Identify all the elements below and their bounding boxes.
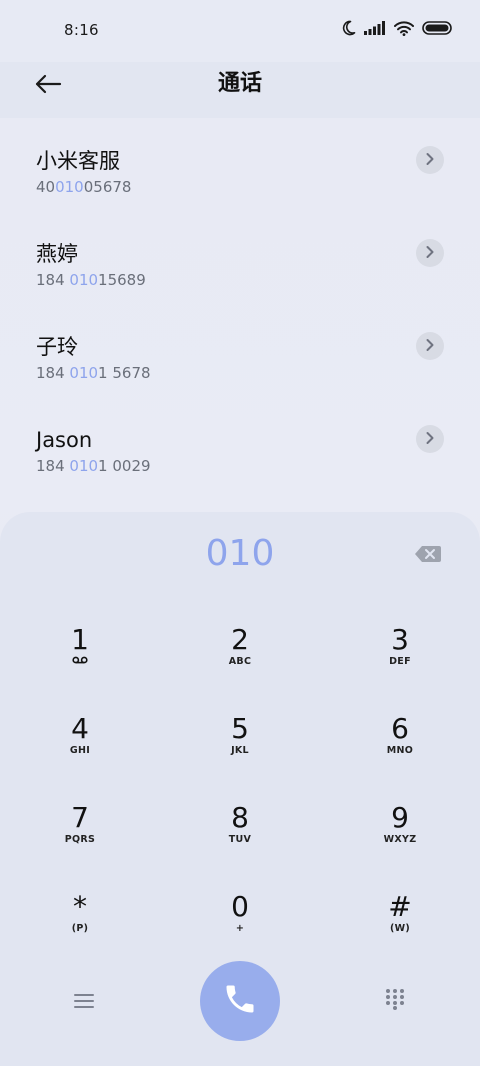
key-digit: 9 [391, 801, 409, 834]
key-digit: 7 [71, 801, 89, 834]
voicemail-icon [20, 656, 140, 668]
contact-details-button[interactable] [416, 239, 444, 267]
keypad-icon [385, 988, 405, 1014]
contact-number: 184 0101 0029 [36, 457, 151, 475]
key-letters: PQRS [64, 834, 96, 845]
backspace-icon [414, 546, 442, 568]
matched-digits: 010 [55, 178, 84, 196]
contact-row[interactable]: 子玲 184 0101 5678 [0, 304, 480, 397]
status-time: 8:16 [64, 21, 99, 39]
top-app-bar: 通话 [0, 62, 480, 118]
key-7[interactable]: 7 PQRS [20, 802, 140, 882]
contact-row[interactable]: 燕婷 184 01015689 [0, 211, 480, 304]
page-title: 通话 [217, 71, 262, 96]
matched-digits: 010 [69, 457, 99, 475]
key-letters: + [235, 923, 245, 934]
battery-icon [422, 21, 452, 35]
key-digit: # [388, 890, 412, 923]
key-4[interactable]: 4 GHI [20, 713, 140, 793]
key-digit: 0 [231, 890, 249, 923]
key-0[interactable]: 0 + [180, 891, 300, 971]
chevron-right-icon [425, 430, 435, 449]
contact-details-button[interactable] [416, 332, 444, 360]
key-star[interactable]: * (P) [20, 891, 140, 971]
key-digit: 4 [71, 712, 89, 745]
key-digit: 5 [231, 712, 249, 745]
matched-digits: 010 [69, 271, 99, 289]
contact-number: 4001005678 [36, 178, 132, 196]
key-letters: DEF [389, 656, 411, 667]
key-6[interactable]: 6 MNO [340, 713, 460, 793]
contact-details-button[interactable] [416, 425, 444, 453]
contact-name: 小米客服 [36, 149, 120, 173]
contact-suggestion-list: 小米客服 4001005678 燕婷 184 01015689 子玲 184 0… [0, 118, 480, 490]
contact-number: 184 0101 5678 [36, 364, 151, 382]
key-letters: MNO [386, 745, 414, 756]
key-digit: 8 [231, 801, 249, 834]
key-digit: 2 [231, 623, 249, 656]
key-9[interactable]: 9 WXYZ [340, 802, 460, 882]
contact-number: 184 01015689 [36, 271, 146, 289]
phone-icon [222, 981, 258, 1021]
wifi-icon [394, 20, 414, 36]
key-5[interactable]: 5 JKL [180, 713, 300, 793]
key-digit: 1 [71, 623, 89, 656]
key-letters: WXYZ [383, 834, 417, 845]
key-2[interactable]: 2 ABC [180, 624, 300, 704]
dialer-sheet: 010 1 2 ABC 3 DEF 4 GHI 5 JKL 6 MNO 7 PQ… [0, 512, 480, 1066]
contact-details-button[interactable] [416, 146, 444, 174]
key-digit: * [73, 890, 87, 923]
key-1[interactable]: 1 [20, 624, 140, 704]
contact-name: 子玲 [36, 335, 78, 359]
key-digit: 3 [391, 623, 409, 656]
key-letters: (P) [71, 923, 89, 934]
chevron-right-icon [425, 244, 435, 263]
signal-icon [364, 21, 386, 35]
matched-digits: 010 [69, 364, 99, 382]
chevron-right-icon [425, 337, 435, 356]
key-letters: JKL [231, 745, 249, 756]
key-hash[interactable]: # (W) [340, 891, 460, 971]
key-digit: 6 [391, 712, 409, 745]
key-8[interactable]: 8 TUV [180, 802, 300, 882]
delete-button[interactable] [414, 544, 442, 564]
moon-icon [340, 20, 356, 36]
key-letters: TUV [228, 834, 252, 845]
dialed-number: 010 [205, 533, 275, 574]
menu-button[interactable] [66, 988, 102, 1018]
contact-row[interactable]: 小米客服 4001005678 [0, 118, 480, 211]
contact-name: Jason [36, 428, 93, 452]
key-letters: (W) [389, 923, 411, 934]
keypad-toggle-button[interactable] [378, 984, 412, 1018]
status-bar: 8:16 [0, 0, 480, 62]
contact-name: 燕婷 [36, 242, 78, 266]
key-letters: GHI [69, 745, 91, 756]
key-letters: ABC [228, 656, 252, 667]
menu-icon [74, 993, 94, 1013]
contact-row[interactable]: Jason 184 0101 0029 [0, 397, 480, 490]
key-3[interactable]: 3 DEF [340, 624, 460, 704]
call-button[interactable] [200, 961, 280, 1041]
chevron-right-icon [425, 151, 435, 170]
